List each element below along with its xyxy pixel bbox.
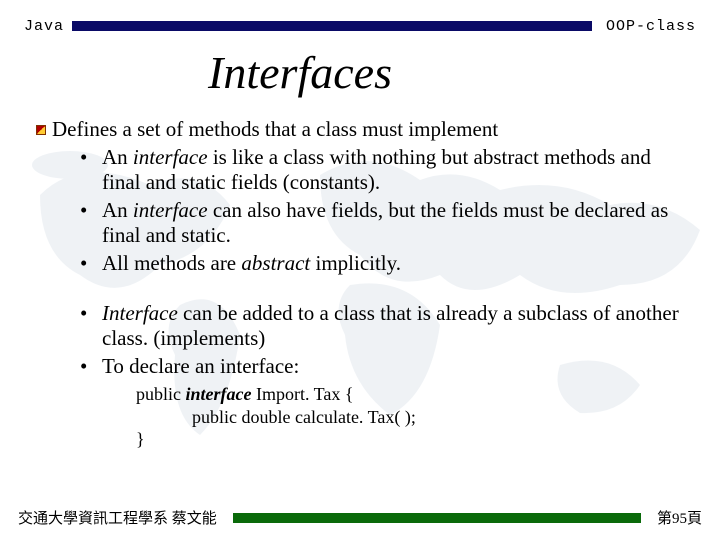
list-item: To declare an interface: (80, 354, 692, 380)
code-line: } (136, 428, 692, 451)
header-left-label: Java (24, 18, 64, 35)
sub-list-b: Interface can be added to a class that i… (80, 301, 692, 380)
footer-page-number: 第95頁 (657, 507, 702, 528)
slide-content: Defines a set of methods that a class mu… (0, 117, 720, 451)
code-line: public double calculate. Tax( ); (192, 406, 692, 429)
header-bar (72, 21, 592, 31)
code-block: public interface Import. Tax { public do… (136, 383, 692, 451)
sub-list-a: An interface is like a class with nothin… (80, 145, 692, 277)
header-right-label: OOP-class (606, 18, 696, 35)
list-item: An interface can also have fields, but t… (80, 198, 692, 249)
main-bullet: Defines a set of methods that a class mu… (36, 117, 692, 143)
footer-left-label: 交通大學資訊工程學系 蔡文能 (18, 507, 217, 528)
footer: 交通大學資訊工程學系 蔡文能 第95頁 (0, 507, 720, 528)
square-bullet-icon (36, 125, 46, 135)
list-item: Interface can be added to a class that i… (80, 301, 692, 352)
main-bullet-text: Defines a set of methods that a class mu… (52, 117, 498, 143)
header: Java OOP-class (0, 0, 720, 34)
slide-title: Interfaces (0, 46, 720, 99)
list-item: An interface is like a class with nothin… (80, 145, 692, 196)
footer-bar (233, 513, 641, 523)
code-line: public interface Import. Tax { (136, 383, 692, 406)
list-item: All methods are abstract implicitly. (80, 251, 692, 277)
